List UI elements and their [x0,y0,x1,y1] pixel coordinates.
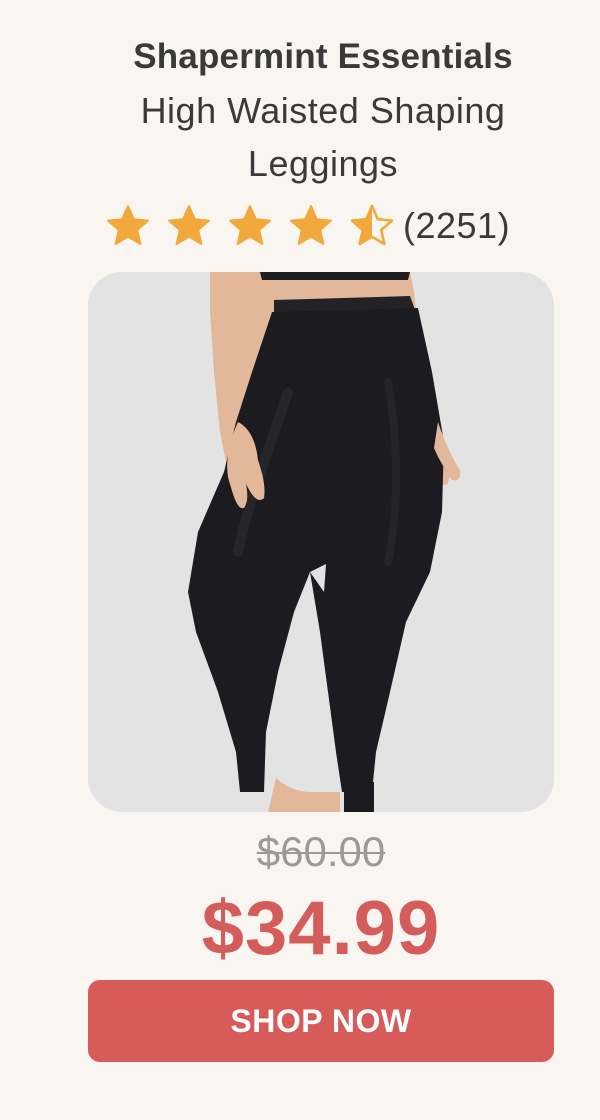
shop-now-button[interactable]: SHOP NOW [88,980,554,1062]
original-price: $60.00 [256,828,386,875]
star-full-icon [168,205,210,245]
product-image[interactable] [88,272,554,812]
leggings-photo-icon [88,272,554,812]
sale-price: $34.99 [201,886,441,971]
star-half-icon [350,204,394,246]
brand-name: Shapermint Essentials [133,37,513,76]
star-rating: (2251) [104,198,510,254]
star-full-icon [229,205,271,245]
star-full-icon [290,205,332,245]
star-full-icon [107,205,149,245]
review-count: (2251) [403,205,511,246]
product-title: High Waisted Shaping Leggings [140,90,506,184]
